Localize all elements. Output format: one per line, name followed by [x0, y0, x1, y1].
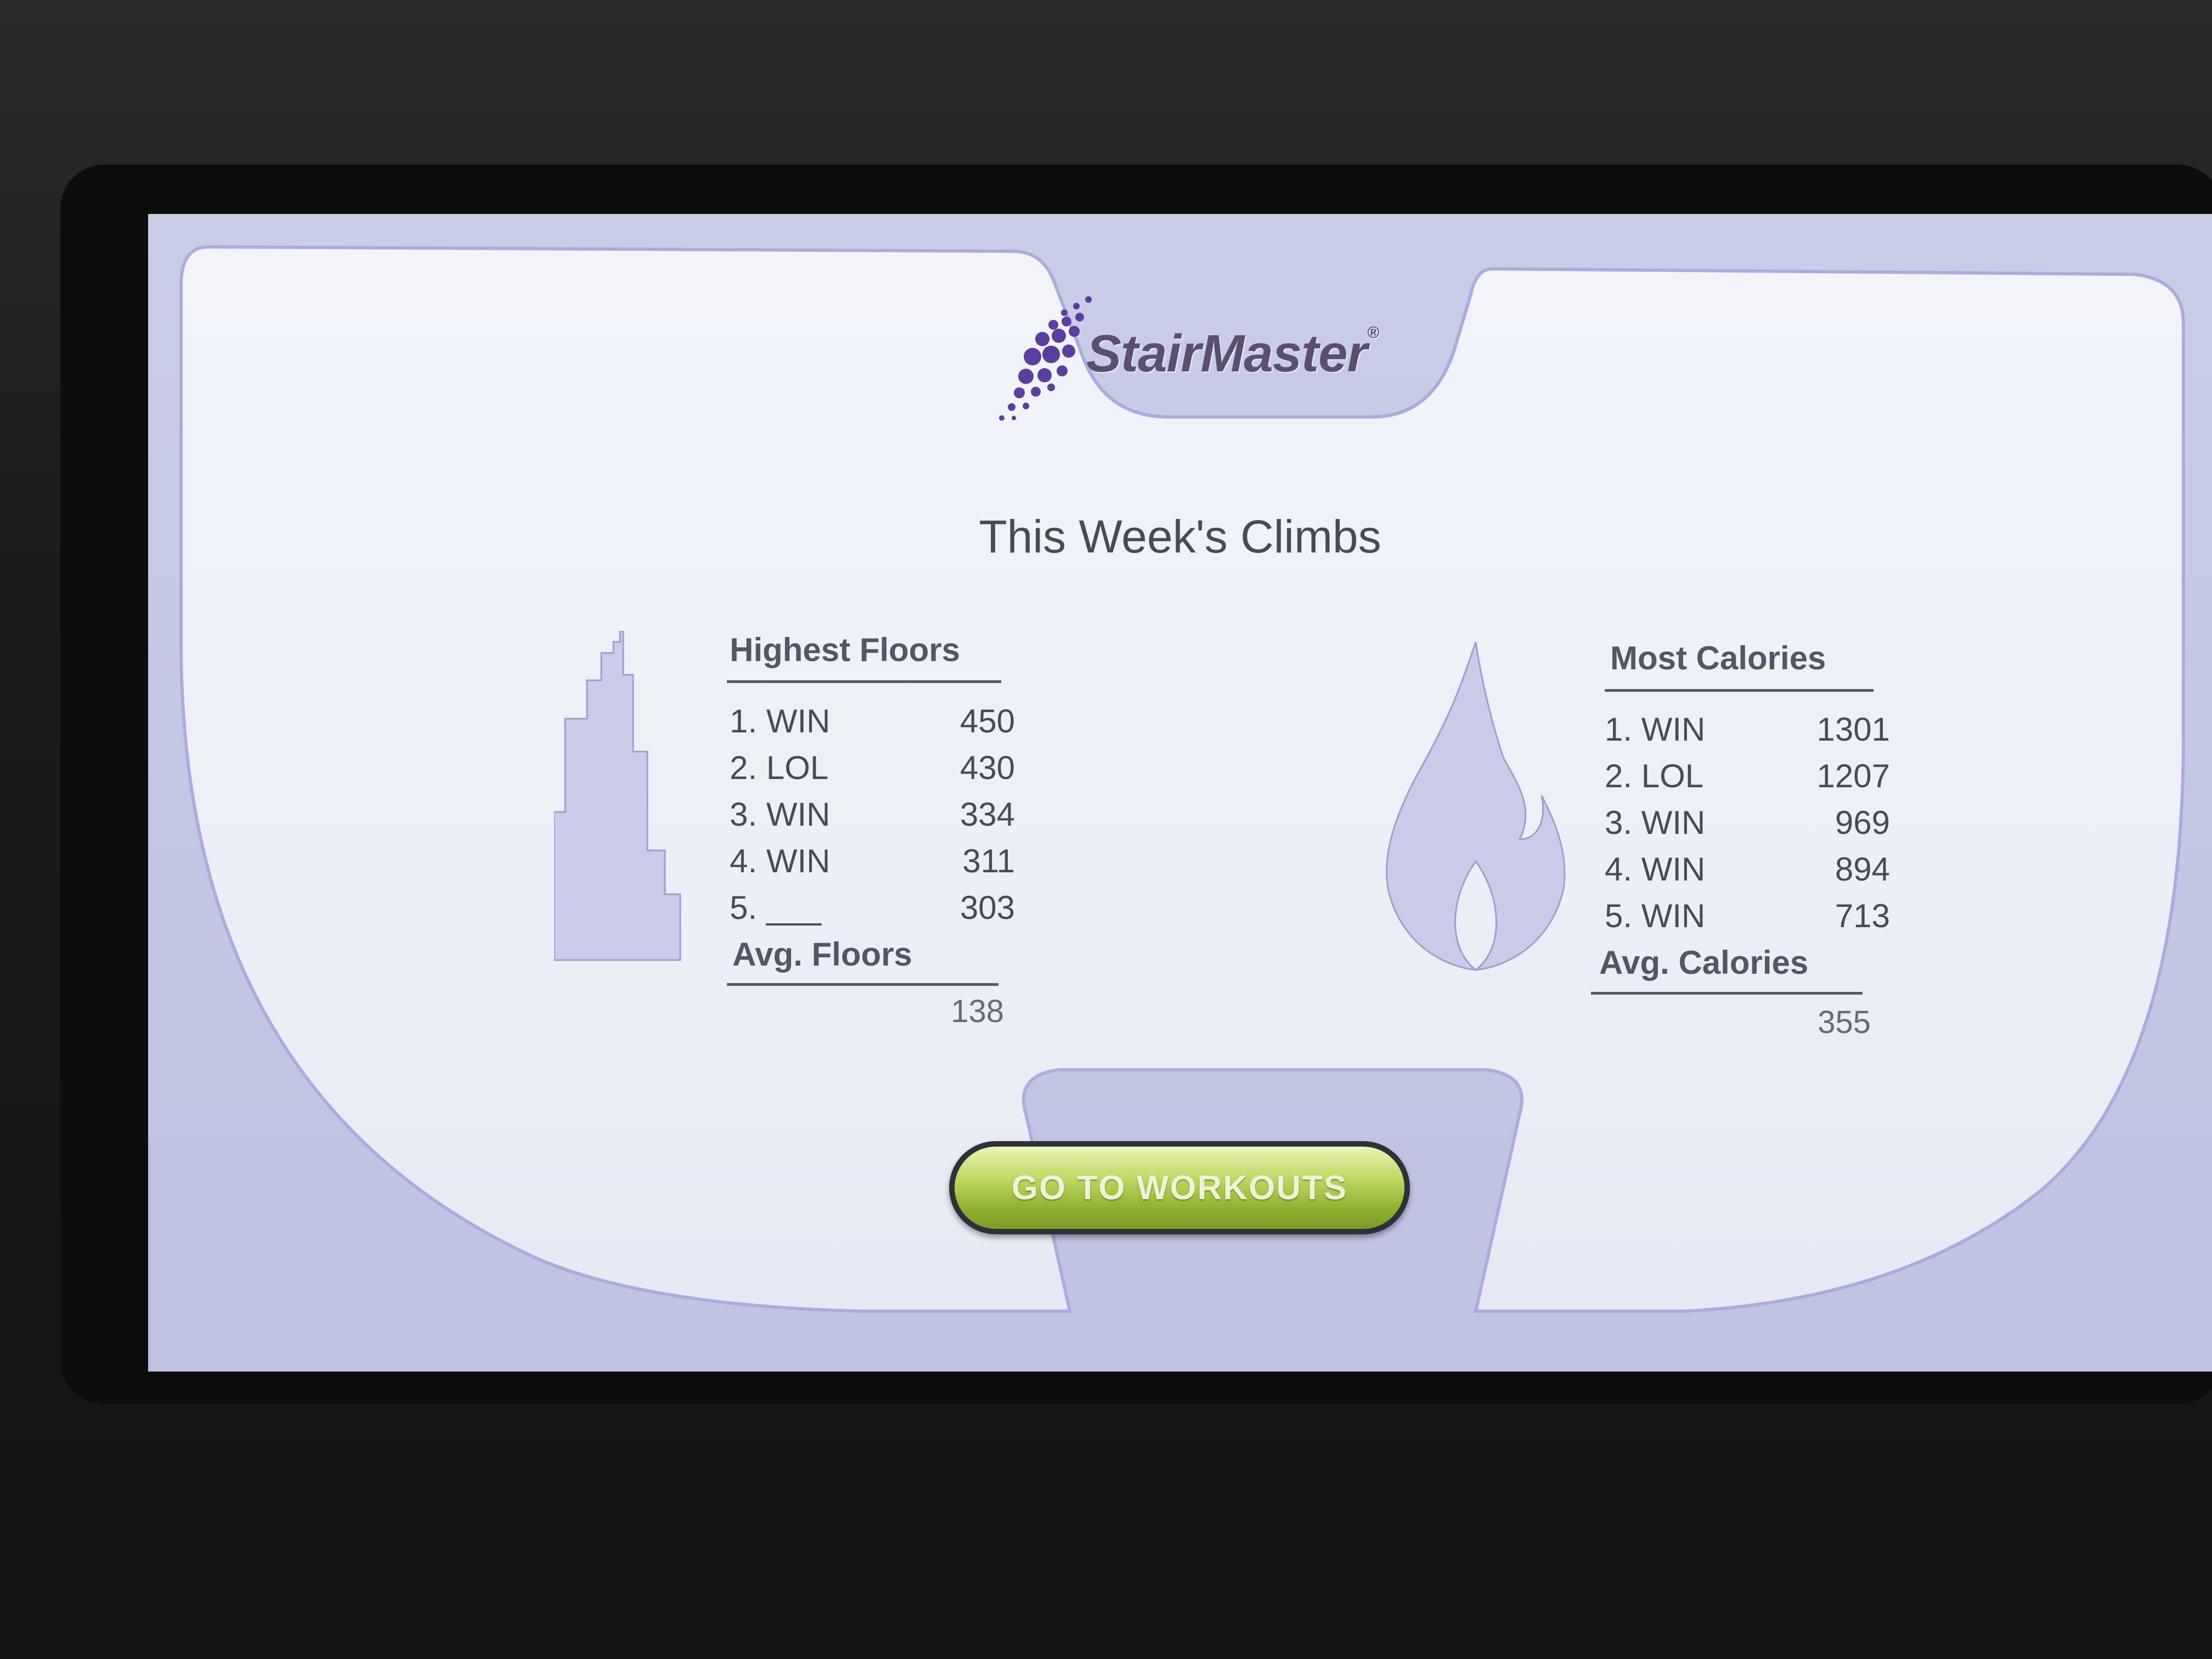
go-to-workouts-button[interactable]: GO TO WORKOUTS — [949, 1141, 1410, 1234]
building-icon — [554, 631, 681, 961]
avg-floors-heading: Avg. Floors — [732, 936, 912, 973]
touch-screen: StairMaster® This Week's Climbs Highest … — [148, 214, 2212, 1372]
brand-name: StairMaster® — [1086, 324, 1379, 383]
calories-heading: Most Calories — [1610, 640, 1826, 676]
floors-heading-rule — [727, 680, 1001, 683]
avg-calories-rule — [1591, 992, 1863, 995]
avg-calories-value: 355 — [1818, 1005, 1871, 1040]
floors-heading: Highest Floors — [730, 631, 961, 668]
avg-floors-value: 138 — [951, 994, 1004, 1029]
calories-heading-rule — [1605, 689, 1874, 692]
avg-calories-heading: Avg. Calories — [1599, 944, 1809, 981]
page-title: This Week's Climbs — [979, 511, 1381, 562]
avg-floors-rule — [727, 983, 998, 986]
flame-icon — [1386, 642, 1566, 971]
